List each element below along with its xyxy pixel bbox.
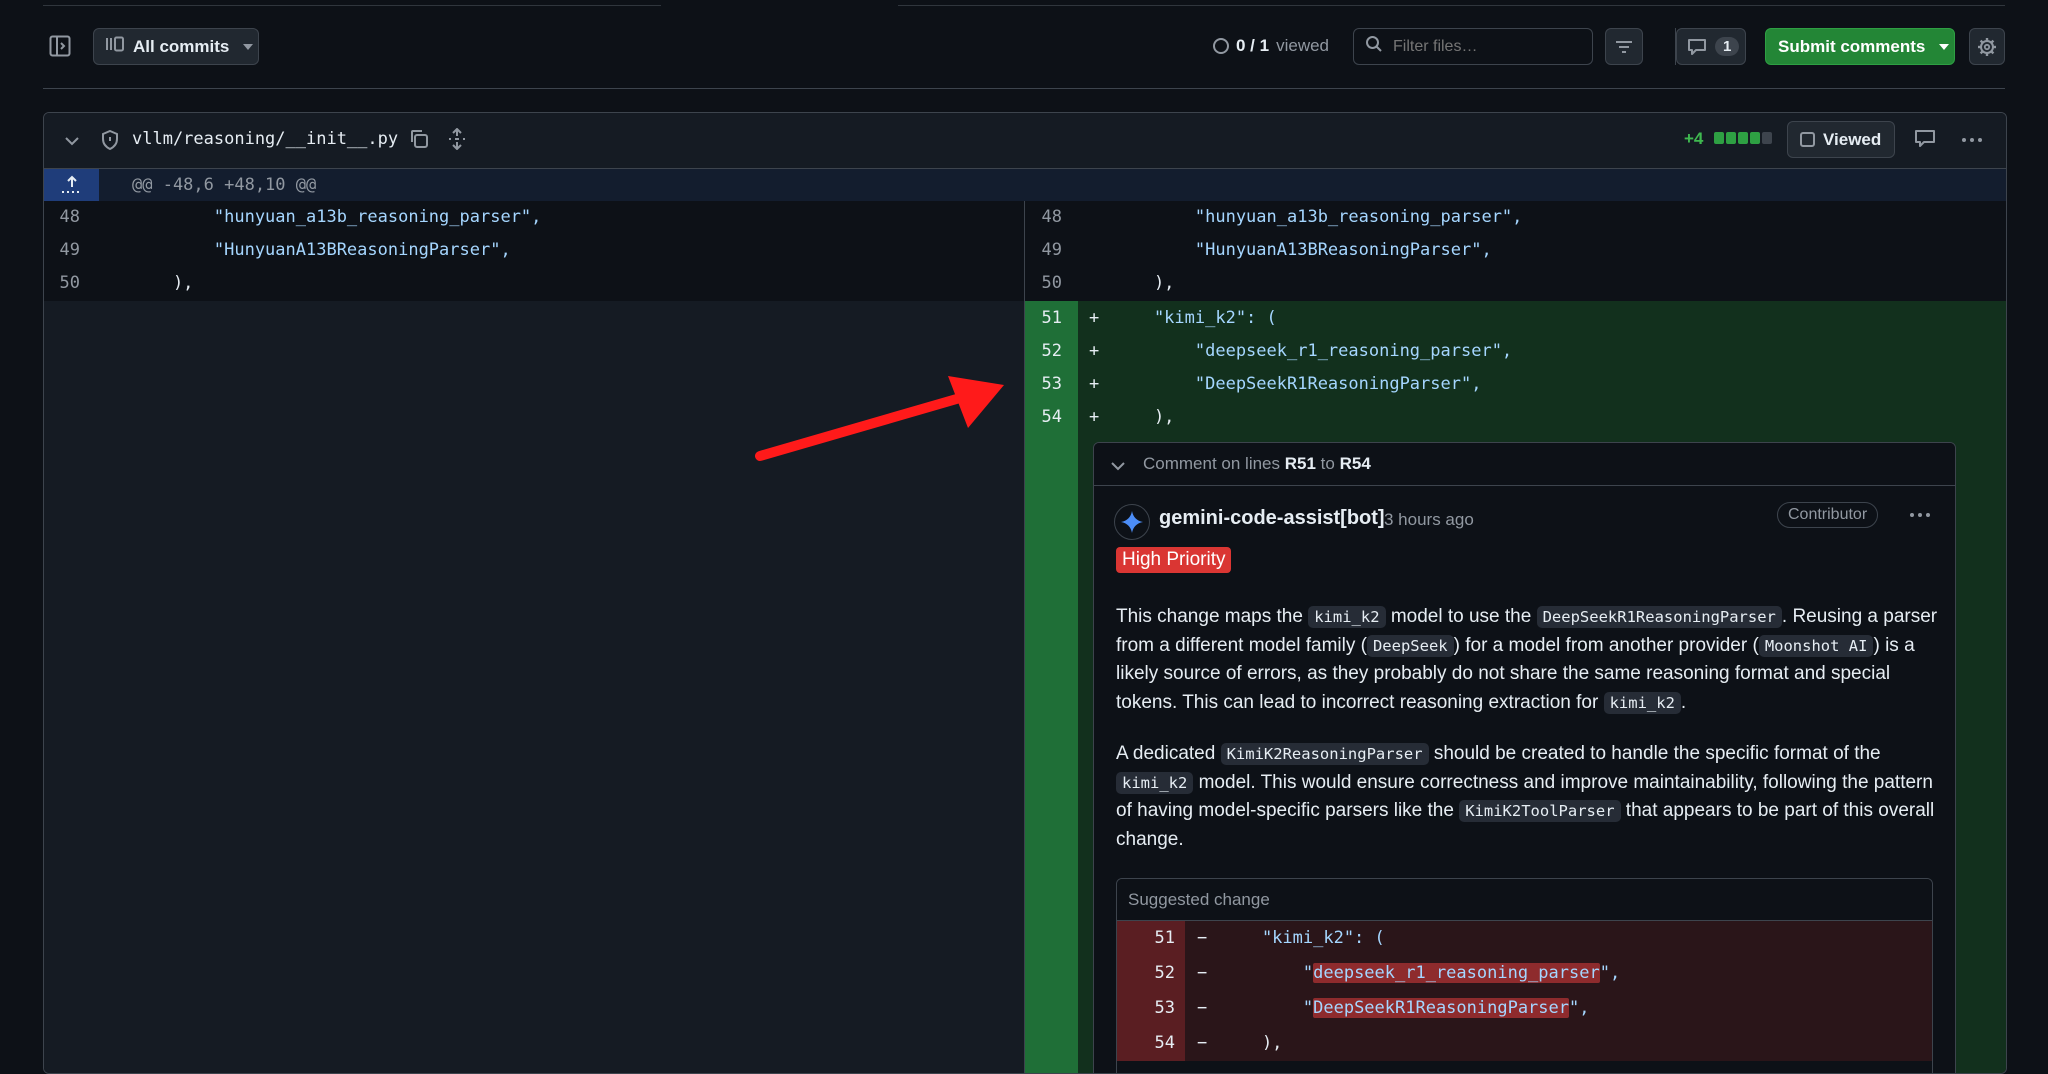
annotation-arrow [755, 376, 1004, 461]
